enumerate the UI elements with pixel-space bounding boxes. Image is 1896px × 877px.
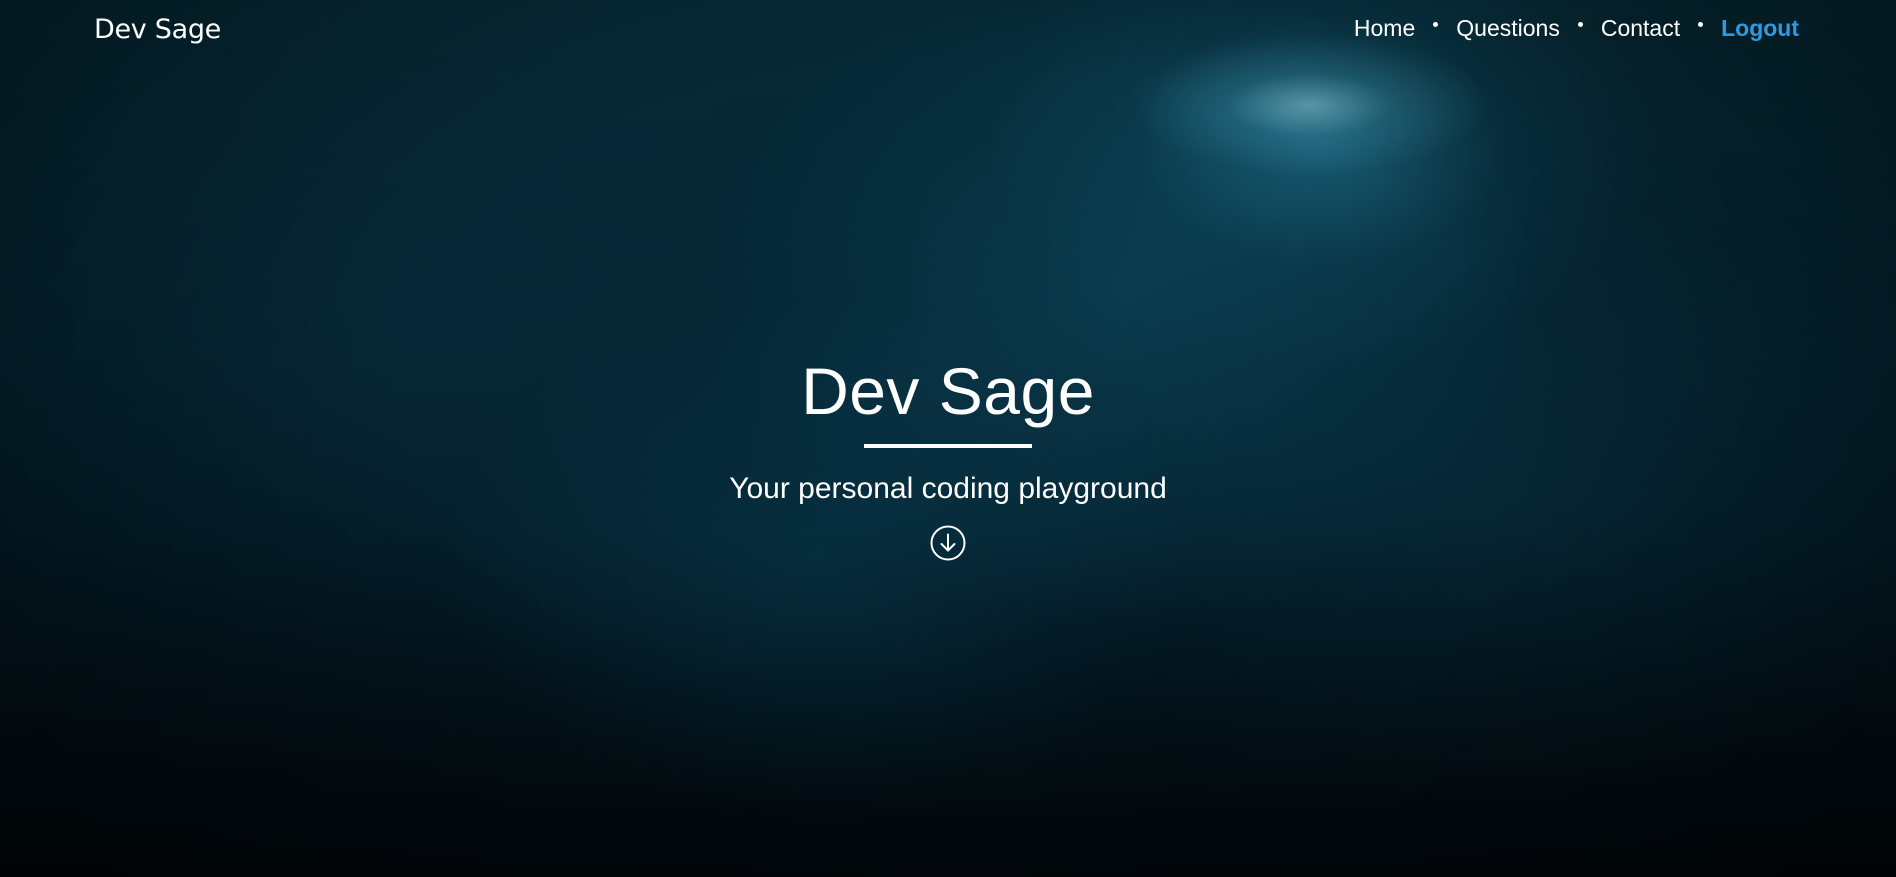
hero-section: Dev Sage Home Questions Contact Logout D… — [0, 0, 1896, 877]
scroll-down-button[interactable] — [930, 525, 966, 561]
hero-title: Dev Sage — [801, 354, 1095, 428]
nav-link-home[interactable]: Home — [1354, 15, 1415, 42]
hero-subtitle: Your personal coding playground — [729, 472, 1167, 505]
nav-separator-dot — [1577, 22, 1583, 27]
nav-link-logout[interactable]: Logout — [1721, 15, 1799, 42]
nav-separator-dot — [1698, 22, 1704, 27]
nav-link-contact[interactable]: Contact — [1601, 15, 1680, 42]
nav-separator-dot — [1433, 22, 1439, 27]
title-underline-divider — [864, 444, 1032, 448]
brand-logo-link[interactable]: Dev Sage — [94, 14, 221, 45]
arrow-circle-down-icon — [930, 525, 966, 561]
nav-link-questions[interactable]: Questions — [1456, 15, 1560, 42]
hero-content: Dev Sage Your personal coding playground — [0, 358, 1896, 566]
main-nav: Home Questions Contact Logout — [1354, 15, 1799, 42]
